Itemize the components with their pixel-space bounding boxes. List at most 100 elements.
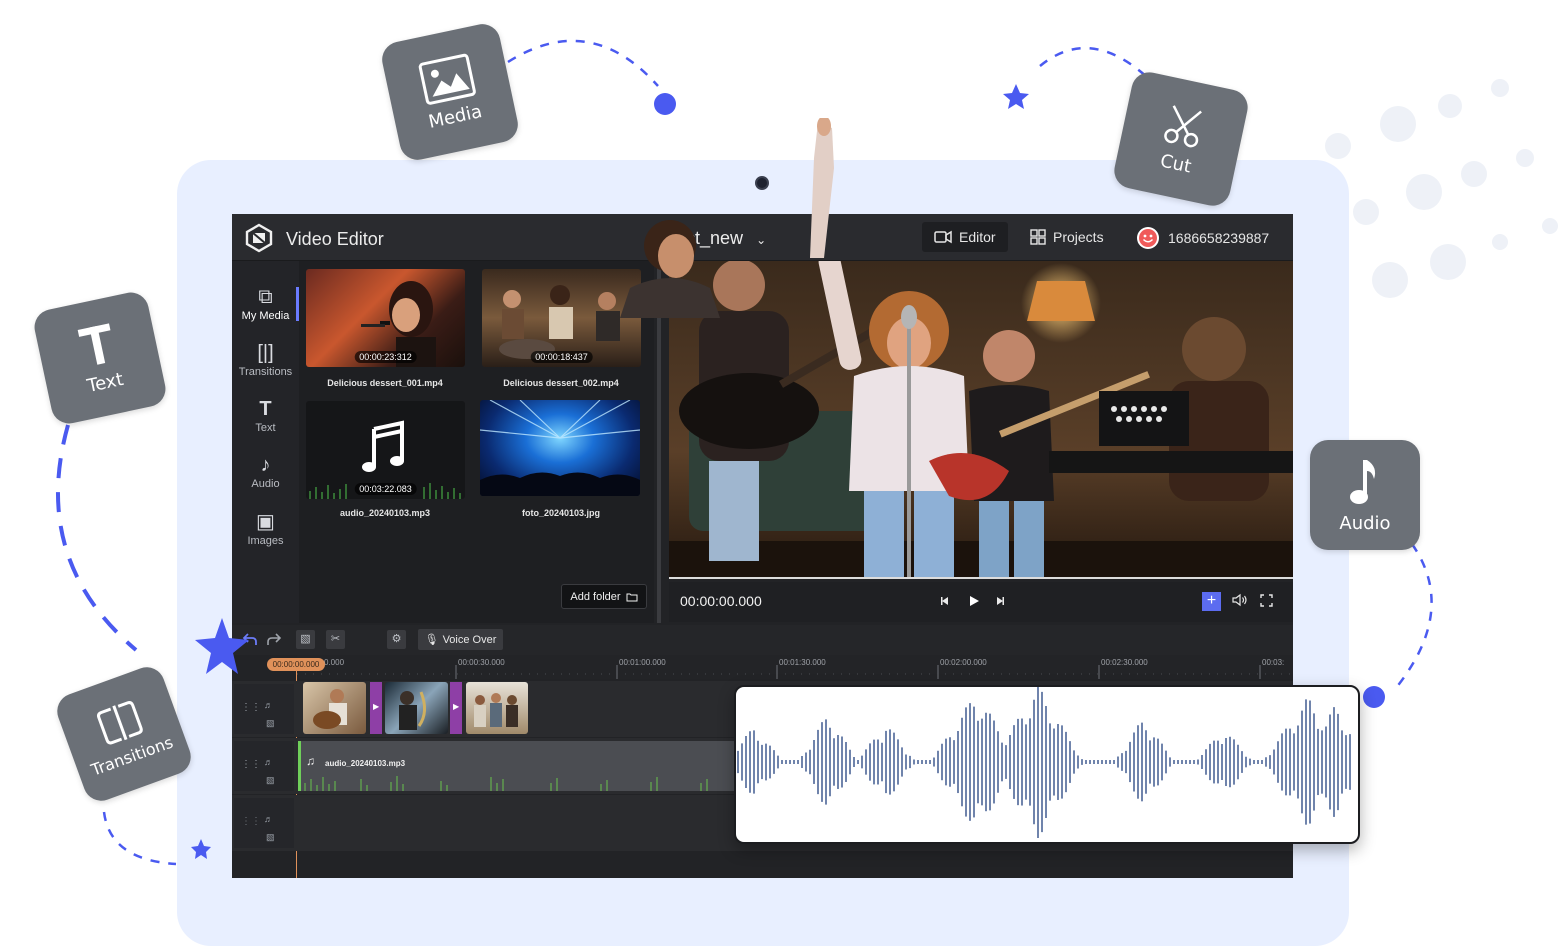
playhead-time[interactable]: 00:00:00.000 (267, 658, 325, 671)
media-filename: Delicious dessert_002.mp4 (503, 378, 619, 388)
scissors-icon (1164, 104, 1203, 147)
sidebar-item-text[interactable]: T Text (232, 398, 299, 434)
media-stack-icon: ⧉ (258, 286, 273, 308)
tab-editor[interactable]: Editor (922, 222, 1008, 252)
microphone-icon: 🎙 (424, 634, 439, 646)
track-controls: ⋮⋮ ♬ ▧ (234, 684, 294, 734)
folder-icon (626, 593, 638, 601)
timeline-clip-video-3[interactable] (466, 682, 528, 734)
current-timecode: 00:00:00.000 (680, 593, 762, 609)
feature-tile-media: Media (378, 20, 522, 164)
feature-label: Cut (1158, 149, 1194, 177)
step-forward-icon[interactable] (994, 595, 1006, 607)
volume-icon[interactable] (1232, 593, 1248, 607)
ruler-ticks (297, 665, 1293, 679)
media-thumb-image[interactable] (480, 400, 640, 496)
drag-handle-icon[interactable]: ⋮⋮ (241, 816, 261, 827)
concert-lights-image (480, 400, 640, 496)
group-clip-image (474, 693, 518, 727)
timeline-ruler[interactable]: 0.000 00:00:30.000 00:01:00.000 00:01:30… (297, 655, 1293, 679)
redo-icon[interactable] (266, 631, 282, 647)
app-logo-icon (245, 223, 273, 253)
trash-icon[interactable]: ▧ (266, 775, 275, 786)
video-camera-icon (934, 230, 952, 244)
split-button[interactable]: ✂ (326, 630, 345, 649)
tab-projects[interactable]: Projects (1018, 222, 1116, 252)
waveform-zoom-popup (734, 685, 1360, 844)
text-icon: T (259, 398, 272, 420)
app-title: Video Editor (286, 229, 384, 249)
volume-icon[interactable]: ♬ (264, 757, 273, 767)
feature-tile-audio: Audio (1310, 440, 1420, 550)
play-icon: ▶ (453, 702, 460, 711)
player-controls (669, 582, 1293, 622)
media-duration: 00:00:23:312 (354, 351, 417, 363)
transition-marker[interactable]: ▶ (450, 682, 462, 734)
transition-marker[interactable]: ▶ (370, 682, 382, 734)
sidebar-item-label: Images (247, 535, 284, 547)
voice-over-button[interactable]: 🎙 Voice Over (418, 629, 503, 650)
text-icon (77, 322, 111, 365)
sidebar-item-label: Text (255, 422, 276, 434)
decorative-star (195, 618, 249, 674)
user-id: 1686658239887 (1168, 230, 1270, 246)
feature-label: Text (85, 368, 126, 397)
scissors-icon: ✂ (330, 633, 341, 645)
media-filename: foto_20240103.jpg (521, 508, 601, 518)
drag-handle-icon[interactable]: ⋮⋮ (241, 702, 261, 713)
fullscreen-icon[interactable] (1260, 594, 1273, 607)
volume-icon[interactable]: ♬ (264, 814, 273, 824)
media-filename: audio_20240103.mp3 (339, 508, 431, 518)
volume-icon[interactable]: ♬ (264, 700, 273, 710)
track-controls: ⋮⋮ ♬ ▧ (234, 741, 294, 791)
music-note-icon: ♫ (306, 754, 315, 768)
grid-icon (1030, 229, 1046, 245)
sidebar-item-label: Transitions (238, 366, 293, 378)
image-icon (418, 53, 476, 105)
add-to-timeline-button[interactable]: + (1202, 592, 1221, 611)
media-thumb-video-1[interactable]: 00:00:23:312 (306, 269, 465, 367)
tab-editor-label: Editor (959, 229, 996, 245)
step-back-icon[interactable] (939, 595, 951, 607)
play-icon[interactable] (967, 594, 981, 608)
music-note-icon (1350, 459, 1376, 504)
drag-handle-icon[interactable]: ⋮⋮ (241, 759, 261, 770)
play-icon: ▶ (373, 702, 380, 711)
media-duration: 00:00:18:437 (530, 351, 593, 363)
trash-icon[interactable]: ▧ (266, 718, 275, 729)
tab-projects-label: Projects (1053, 229, 1104, 245)
media-filename: Delicious dessert_001.mp4 (327, 378, 443, 388)
feature-tile-cut: Cut (1111, 69, 1251, 209)
sidebar-item-audio[interactable]: ♪ Audio (232, 454, 299, 490)
delete-button[interactable]: ▧ (296, 630, 315, 649)
guitar-clip-image (313, 689, 347, 729)
sidebar-item-label: Audio (251, 478, 280, 490)
avatar-icon[interactable] (1136, 226, 1160, 250)
sidebar-item-images[interactable]: ▣ Images (232, 511, 299, 547)
add-folder-label: Add folder (570, 590, 621, 603)
feature-label: Audio (1339, 512, 1391, 534)
transition-icon: [|] (257, 342, 274, 364)
feature-tile-text: Text (31, 289, 169, 427)
timeline-clip-video-2[interactable] (385, 682, 448, 734)
saxophone-clip-image (399, 691, 426, 730)
music-note-icon: ♪ (260, 454, 271, 476)
transition-icon (96, 700, 143, 744)
sidebar-item-my-media[interactable]: ⧉ My Media (232, 286, 299, 322)
add-folder-button[interactable]: Add folder (561, 584, 647, 609)
feature-label: Media (426, 100, 484, 133)
media-duration: 00:03:22.083 (354, 483, 417, 495)
voice-over-label: Voice Over (442, 633, 497, 646)
sidebar-item-transitions[interactable]: [|] Transitions (232, 342, 299, 378)
trash-icon[interactable]: ▧ (266, 832, 275, 843)
gear-icon: ⚙ (391, 633, 402, 645)
image-icon: ▣ (256, 511, 275, 533)
sidebar-item-label: My Media (241, 310, 290, 322)
singer-overlay-figure (620, 118, 834, 318)
track-controls: ⋮⋮ ♬ ▧ (234, 798, 294, 848)
timeline-clip-video-1[interactable] (303, 682, 366, 734)
trash-icon: ▧ (300, 633, 311, 645)
waveform-bars (737, 687, 1351, 839)
settings-button[interactable]: ⚙ (387, 630, 406, 649)
media-thumb-audio[interactable]: 00:03:22.083 (306, 401, 465, 499)
